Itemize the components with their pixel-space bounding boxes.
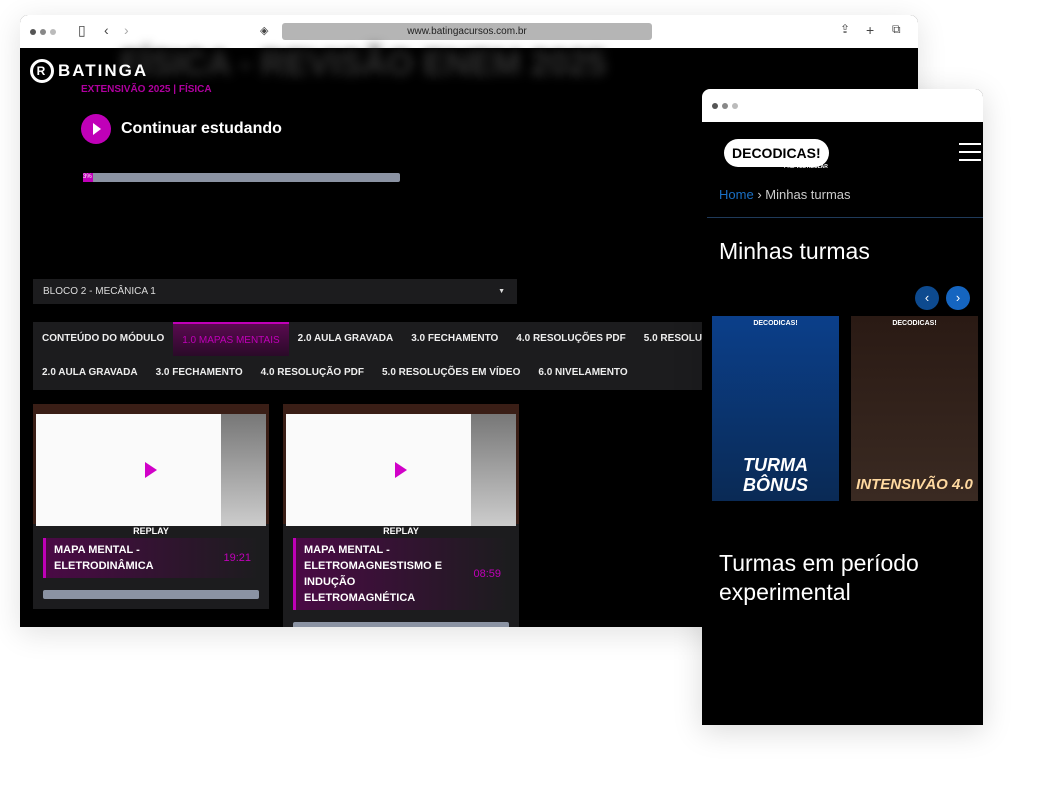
address-bar[interactable]: www.batingacursos.com.br xyxy=(282,23,652,40)
poster-title: TURMA BÔNUS xyxy=(742,455,808,495)
lesson-thumbnail[interactable]: REPLAY xyxy=(283,404,519,536)
breadcrumb: Home › Minhas turmas xyxy=(719,187,851,202)
module-select-value: BLOCO 2 - MECÂNICA 1 xyxy=(43,286,156,297)
replay-badge: REPLAY xyxy=(133,526,169,536)
sidebar-icon[interactable]: ▯ xyxy=(78,22,86,39)
course-title: FÍSICA - REVISÃO ENEM 2025 xyxy=(120,45,607,83)
window-controls[interactable] xyxy=(30,28,56,35)
mobile-toolbar xyxy=(702,89,983,122)
module-tab[interactable]: CONTEÚDO DO MÓDULO xyxy=(33,322,173,356)
chevron-right-icon: › xyxy=(757,187,762,202)
breadcrumb-home-link[interactable]: Home xyxy=(719,187,754,202)
module-tab[interactable]: 1.0 MAPAS MENTAIS xyxy=(173,322,289,356)
course-poster[interactable]: DECODICAS! TURMA BÔNUS xyxy=(712,316,839,501)
logo-subtext: PRÉ-VESTIBULAR xyxy=(784,164,828,170)
lesson-progress-bar xyxy=(43,590,259,599)
lesson-thumbnail[interactable]: REPLAY xyxy=(33,404,269,536)
hamburger-menu-icon[interactable] xyxy=(959,143,981,167)
mobile-browser-window: DECODICAS! PRÉ-VESTIBULAR Home › Minhas t… xyxy=(702,89,983,725)
browser-toolbar: ▯ ‹ › ◈ www.batingacursos.com.br ⇪ + ⧉ xyxy=(20,15,918,48)
poster-logo: DECODICAS! xyxy=(753,320,798,327)
page-title: Minhas turmas xyxy=(719,238,870,264)
lesson-title: MAPA MENTAL - ELETRODINÂMICA xyxy=(54,544,154,572)
divider xyxy=(707,217,983,218)
lesson-progress-bar xyxy=(293,622,509,627)
lesson-title: MAPA MENTAL - ELETROMAGNESTISMO E INDUÇÃ… xyxy=(304,544,443,604)
poster-title: INTENSIVÃO 4.0 xyxy=(856,476,973,493)
module-tab[interactable]: 2.0 AULA GRAVADA xyxy=(289,322,403,356)
forward-icon[interactable]: › xyxy=(124,22,129,38)
play-icon xyxy=(395,462,407,478)
module-tab[interactable]: 4.0 RESOLUÇÃO PDF xyxy=(252,356,373,390)
module-tab[interactable]: 4.0 RESOLUÇÕES PDF xyxy=(507,322,634,356)
shield-icon: ◈ xyxy=(260,25,269,37)
lesson-card[interactable]: REPLAY MAPA MENTAL - ELETROMAGNESTISMO E… xyxy=(283,404,519,627)
share-icon[interactable]: ⇪ xyxy=(840,22,850,36)
logo-text: BATINGA xyxy=(58,61,149,80)
back-icon[interactable]: ‹ xyxy=(104,22,109,38)
carousel-prev-button[interactable]: ‹ xyxy=(915,286,939,310)
replay-badge: REPLAY xyxy=(383,526,419,536)
window-controls[interactable] xyxy=(712,102,738,109)
module-tab[interactable]: 5.0 RESOLUÇÕES EM VÍDEO xyxy=(373,356,529,390)
logo-text: DECODICAS! xyxy=(732,145,821,161)
poster-logo: DECODICAS! xyxy=(892,320,937,327)
decodicas-logo[interactable]: DECODICAS! PRÉ-VESTIBULAR xyxy=(724,139,829,170)
caret-down-icon: ▼ xyxy=(498,288,505,295)
breadcrumb-current: Minhas turmas xyxy=(765,187,851,202)
lesson-card[interactable]: REPLAY MAPA MENTAL - ELETRODINÂMICA 19:21 xyxy=(33,404,269,609)
continue-label: Continuar estudando xyxy=(121,120,282,137)
lesson-duration: 19:21 xyxy=(223,552,251,564)
lesson-duration: 08:59 xyxy=(473,568,501,580)
module-tab[interactable]: 3.0 FECHAMENTO xyxy=(147,356,252,390)
course-poster[interactable]: DECODICAS! INTENSIVÃO 4.0 xyxy=(851,316,978,501)
progress-fill: 3% xyxy=(83,173,93,182)
module-tab[interactable]: 2.0 AULA GRAVADA xyxy=(33,356,147,390)
new-tab-icon[interactable]: + xyxy=(866,22,874,38)
carousel-next-button[interactable]: › xyxy=(946,286,970,310)
module-tabs: CONTEÚDO DO MÓDULO 1.0 MAPAS MENTAIS 2.0 A… xyxy=(33,322,723,390)
module-tab[interactable]: 3.0 FECHAMENTO xyxy=(402,322,507,356)
course-subtitle: EXTENSIVÃO 2025 | FÍSICA xyxy=(81,84,212,95)
tabs-icon[interactable]: ⧉ xyxy=(892,22,901,37)
module-select[interactable]: BLOCO 2 - MECÂNICA 1 ▼ xyxy=(33,279,517,304)
play-icon xyxy=(81,114,111,144)
continue-studying-button[interactable]: Continuar estudando xyxy=(81,114,282,144)
module-tab[interactable]: 6.0 NIVELAMENTO xyxy=(529,356,636,390)
batinga-logo[interactable]: R BATINGA xyxy=(30,59,148,83)
course-progress-bar: 3% xyxy=(83,173,400,182)
play-icon xyxy=(145,462,157,478)
section-title: Turmas em período experimental xyxy=(719,550,919,605)
logo-mark-icon: R xyxy=(30,59,54,83)
